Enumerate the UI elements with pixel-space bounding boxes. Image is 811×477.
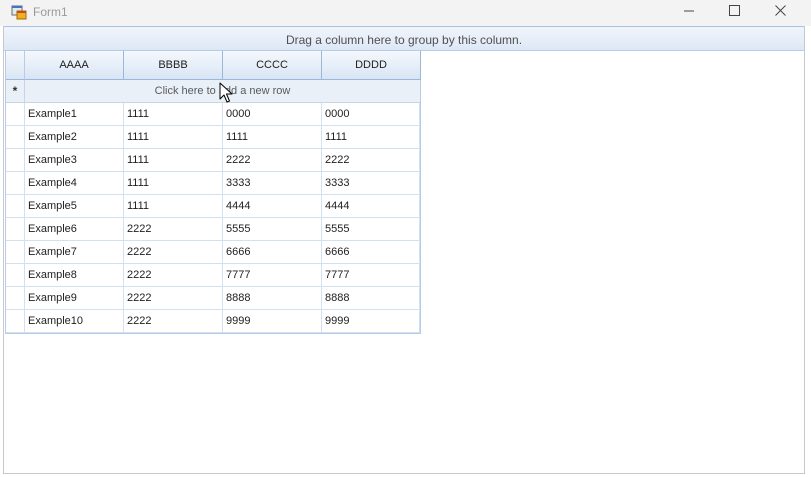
group-by-hint: Drag a column here to group by this colu… bbox=[285, 33, 523, 47]
cell-cccc[interactable]: 5555 bbox=[223, 218, 322, 240]
cell-cccc[interactable]: 2222 bbox=[223, 149, 322, 171]
maximize-button[interactable] bbox=[711, 0, 757, 24]
cell-dddd[interactable]: 7777 bbox=[322, 264, 420, 286]
cell-cccc[interactable]: 0000 bbox=[223, 103, 322, 125]
cell-dddd[interactable]: 1111 bbox=[322, 126, 420, 148]
maximize-icon bbox=[728, 5, 740, 19]
cell-aaaa[interactable]: Example4 bbox=[25, 172, 124, 194]
cell-aaaa[interactable]: Example10 bbox=[25, 310, 124, 332]
table-row[interactable]: Example4 1111 3333 3333 bbox=[6, 172, 420, 195]
minimize-button[interactable] bbox=[666, 0, 712, 24]
new-row-marker: * bbox=[6, 80, 25, 102]
column-header-cccc[interactable]: CCCC bbox=[223, 51, 322, 80]
row-indicator[interactable] bbox=[6, 172, 25, 194]
cell-aaaa[interactable]: Example2 bbox=[25, 126, 124, 148]
row-indicator[interactable] bbox=[6, 149, 25, 171]
cell-aaaa[interactable]: Example1 bbox=[25, 103, 124, 125]
data-grid[interactable]: AAAA BBBB CCCC DDDD * Click here to add … bbox=[5, 50, 421, 334]
column-header-aaaa[interactable]: AAAA bbox=[25, 51, 124, 80]
row-indicator[interactable] bbox=[6, 310, 25, 332]
table-row[interactable]: Example5 1111 4444 4444 bbox=[6, 195, 420, 218]
cell-dddd[interactable]: 5555 bbox=[322, 218, 420, 240]
cell-aaaa[interactable]: Example9 bbox=[25, 287, 124, 309]
row-indicator[interactable] bbox=[6, 218, 25, 240]
close-button[interactable] bbox=[757, 0, 803, 24]
table-row[interactable]: Example1 1111 0000 0000 bbox=[6, 103, 420, 126]
cell-cccc[interactable]: 3333 bbox=[223, 172, 322, 194]
table-row[interactable]: Example7 2222 6666 6666 bbox=[6, 241, 420, 264]
row-indicator[interactable] bbox=[6, 195, 25, 217]
cell-dddd[interactable]: 3333 bbox=[322, 172, 420, 194]
cell-cccc[interactable]: 1111 bbox=[223, 126, 322, 148]
row-indicator[interactable] bbox=[6, 103, 25, 125]
column-header-bbbb[interactable]: BBBB bbox=[124, 51, 223, 80]
table-row[interactable]: Example9 2222 8888 8888 bbox=[6, 287, 420, 310]
title-bar[interactable]: Form1 bbox=[0, 0, 811, 26]
table-row[interactable]: Example2 1111 1111 1111 bbox=[6, 126, 420, 149]
cell-dddd[interactable]: 8888 bbox=[322, 287, 420, 309]
cell-dddd[interactable]: 2222 bbox=[322, 149, 420, 171]
column-header-dddd[interactable]: DDDD bbox=[322, 51, 421, 80]
cell-bbbb[interactable]: 2222 bbox=[124, 218, 223, 240]
group-by-panel[interactable]: Drag a column here to group by this colu… bbox=[4, 26, 804, 51]
mouse-cursor-icon bbox=[219, 82, 233, 104]
cell-dddd[interactable]: 0000 bbox=[322, 103, 420, 125]
header-row-indicator bbox=[6, 51, 25, 80]
cell-bbbb[interactable]: 2222 bbox=[124, 264, 223, 286]
row-indicator[interactable] bbox=[6, 264, 25, 286]
app-window: Form1 Drag a column here to group by thi… bbox=[0, 0, 811, 477]
table-row[interactable]: Example8 2222 7777 7777 bbox=[6, 264, 420, 287]
form-client-area: Drag a column here to group by this colu… bbox=[3, 26, 805, 474]
cell-aaaa[interactable]: Example3 bbox=[25, 149, 124, 171]
cell-cccc[interactable]: 7777 bbox=[223, 264, 322, 286]
row-indicator[interactable] bbox=[6, 287, 25, 309]
cell-bbbb[interactable]: 1111 bbox=[124, 149, 223, 171]
cell-cccc[interactable]: 8888 bbox=[223, 287, 322, 309]
cell-aaaa[interactable]: Example7 bbox=[25, 241, 124, 263]
cell-aaaa[interactable]: Example6 bbox=[25, 218, 124, 240]
minimize-icon bbox=[684, 6, 694, 19]
close-icon bbox=[774, 5, 786, 19]
cell-bbbb[interactable]: 1111 bbox=[124, 195, 223, 217]
cell-dddd[interactable]: 4444 bbox=[322, 195, 420, 217]
cell-bbbb[interactable]: 1111 bbox=[124, 103, 223, 125]
window-title: Form1 bbox=[33, 5, 68, 19]
new-row[interactable]: * Click here to add a new row bbox=[6, 80, 420, 103]
cell-bbbb[interactable]: 2222 bbox=[124, 310, 223, 332]
cell-aaaa[interactable]: Example5 bbox=[25, 195, 124, 217]
form-app-icon bbox=[11, 4, 27, 20]
table-row[interactable]: Example3 1111 2222 2222 bbox=[6, 149, 420, 172]
row-indicator[interactable] bbox=[6, 241, 25, 263]
cell-cccc[interactable]: 6666 bbox=[223, 241, 322, 263]
cell-cccc[interactable]: 4444 bbox=[223, 195, 322, 217]
cell-bbbb[interactable]: 1111 bbox=[124, 172, 223, 194]
cell-bbbb[interactable]: 2222 bbox=[124, 241, 223, 263]
table-row[interactable]: Example6 2222 5555 5555 bbox=[6, 218, 420, 241]
cell-bbbb[interactable]: 2222 bbox=[124, 287, 223, 309]
cell-bbbb[interactable]: 1111 bbox=[124, 126, 223, 148]
cell-dddd[interactable]: 6666 bbox=[322, 241, 420, 263]
cell-cccc[interactable]: 9999 bbox=[223, 310, 322, 332]
cell-aaaa[interactable]: Example8 bbox=[25, 264, 124, 286]
table-row[interactable]: Example10 2222 9999 9999 bbox=[6, 310, 420, 333]
row-indicator[interactable] bbox=[6, 126, 25, 148]
cell-dddd[interactable]: 9999 bbox=[322, 310, 420, 332]
